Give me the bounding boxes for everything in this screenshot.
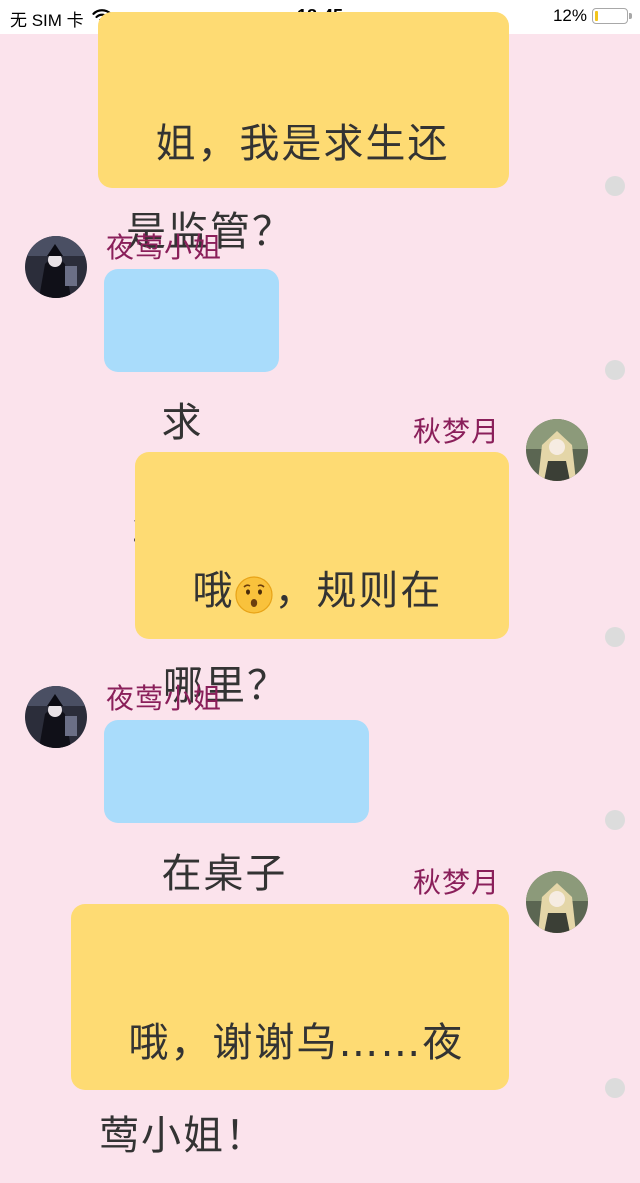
avatar-nightingale[interactable] bbox=[25, 686, 87, 748]
battery-icon bbox=[592, 8, 632, 24]
sender-name: 秋梦月 bbox=[413, 866, 501, 899]
avatar-qiumengyue[interactable] bbox=[526, 419, 588, 481]
message-bubble[interactable]: 求生。 bbox=[104, 269, 279, 549]
avatar-qiumengyue[interactable] bbox=[526, 871, 588, 933]
message-bubble[interactable]: 在桌子上！ bbox=[104, 720, 369, 1000]
message-status-dot bbox=[605, 1078, 625, 1098]
message-bubble[interactable]: 哦，规则在哪里？ bbox=[135, 452, 509, 709]
message-bubble[interactable]: 哦，谢谢乌……夜莺小姐！ bbox=[71, 904, 509, 1159]
message-status-dot bbox=[605, 810, 625, 830]
message-status-dot bbox=[605, 627, 625, 647]
message-status-dot bbox=[605, 176, 625, 196]
battery-percent: 12% bbox=[552, 6, 587, 25]
hushed-face-icon bbox=[234, 547, 274, 640]
battery-indicator: 12% bbox=[552, 6, 632, 26]
sender-name: 秋梦月 bbox=[413, 415, 501, 448]
message-status-dot bbox=[605, 360, 625, 380]
sender-name: 夜莺小姐 bbox=[106, 682, 223, 715]
sender-name: 夜莺小姐 bbox=[106, 231, 223, 264]
battery-fill bbox=[595, 11, 598, 21]
message-bubble[interactable]: 姐，我是求生还是监管？ bbox=[98, 12, 509, 255]
message-text: 哦，谢谢乌……夜莺小姐！ bbox=[99, 1020, 465, 1159]
message-text: 哦 bbox=[192, 568, 235, 614]
avatar-nightingale[interactable] bbox=[25, 236, 87, 298]
